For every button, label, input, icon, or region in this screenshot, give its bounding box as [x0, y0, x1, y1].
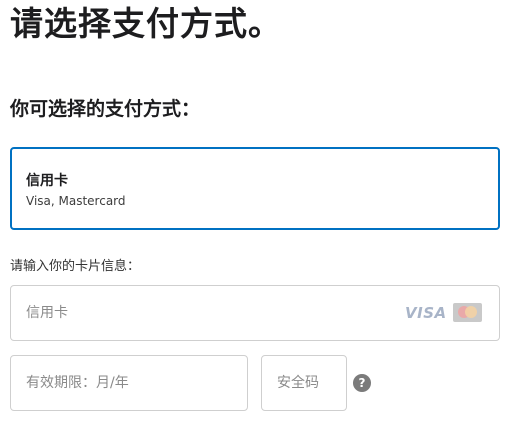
card-info-label: 请输入你的卡片信息： [10, 259, 141, 274]
question-circle-icon[interactable]: ? [353, 374, 371, 392]
payment-methods-heading: 你可选择的支付方式： [10, 98, 201, 120]
mastercard-logo-icon [453, 303, 482, 322]
method-title: 信用卡 [26, 173, 68, 189]
expiry-field[interactable] [10, 355, 248, 411]
cvc-field[interactable] [261, 355, 347, 411]
expiry-input[interactable] [26, 356, 236, 410]
method-subtitle: Visa, Mastercard [26, 194, 126, 208]
page-title: 请选择支付方式。 [10, 4, 282, 43]
card-number-field[interactable]: VISA [10, 285, 500, 341]
visa-logo-icon: VISA [405, 304, 447, 322]
cvc-input[interactable] [277, 356, 341, 410]
credit-card-method-option[interactable]: 信用卡 Visa, Mastercard [10, 147, 500, 230]
card-number-input[interactable] [26, 286, 386, 340]
